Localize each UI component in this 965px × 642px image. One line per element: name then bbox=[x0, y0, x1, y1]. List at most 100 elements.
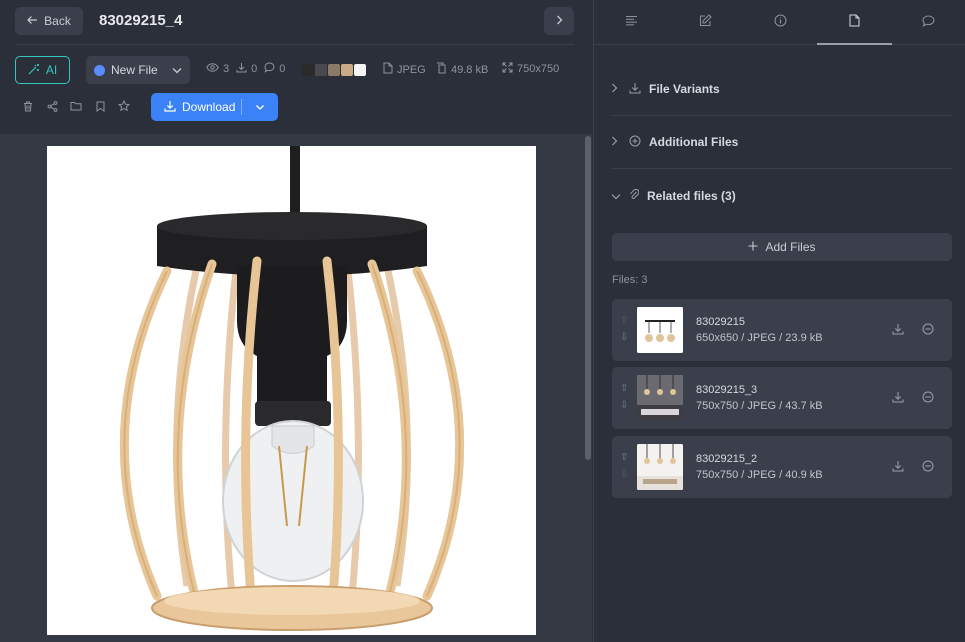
chevron-right-icon bbox=[611, 135, 621, 149]
arrow-up-icon[interactable]: ⇧ bbox=[620, 452, 628, 463]
tab-edit[interactable] bbox=[668, 0, 742, 44]
download-button[interactable]: Download bbox=[151, 93, 278, 121]
plus-icon bbox=[748, 240, 758, 254]
status-select[interactable]: New File bbox=[86, 56, 190, 84]
file-icon bbox=[383, 62, 393, 77]
section-label: Additional Files bbox=[649, 135, 739, 149]
ai-label: AI bbox=[45, 63, 58, 77]
tab-info[interactable] bbox=[743, 0, 817, 44]
file-icon bbox=[849, 14, 860, 30]
action-icons bbox=[22, 100, 130, 112]
reorder-arrows: ⇧ ⇩ bbox=[620, 452, 628, 480]
file-name: 83029215 bbox=[696, 316, 745, 328]
related-file-card[interactable]: ⇧ ⇩ 83029215_2 750x750 / JPEG / 40.9 kB bbox=[612, 436, 952, 498]
expand-icon bbox=[502, 62, 513, 76]
arrow-left-icon bbox=[27, 14, 38, 28]
page-title: 83029215_4 bbox=[99, 12, 183, 29]
section-file-variants[interactable]: File Variants bbox=[611, 63, 952, 116]
star-icon[interactable] bbox=[118, 100, 130, 112]
magic-wand-icon bbox=[28, 63, 40, 78]
details-panel: File Variants Additional Files Related f… bbox=[593, 0, 965, 642]
tab-comments[interactable] bbox=[892, 0, 965, 44]
chevron-right-icon bbox=[556, 14, 563, 28]
download-icon bbox=[164, 100, 176, 115]
file-thumbnail[interactable] bbox=[637, 375, 683, 421]
arrow-down-icon[interactable]: ⇩ bbox=[620, 332, 628, 343]
download-icon[interactable] bbox=[892, 391, 904, 406]
file-info: 650x650 / JPEG / 23.9 kB bbox=[696, 332, 823, 344]
related-file-card[interactable]: ⇧ ⇩ 83029215 650x650 / JPEG / 23.9 kB bbox=[612, 299, 952, 361]
file-size: 49.8 kB bbox=[436, 62, 488, 77]
add-files-label: Add Files bbox=[765, 240, 816, 254]
views-count: 3 bbox=[223, 63, 230, 75]
tab-description[interactable] bbox=[594, 0, 668, 44]
preview-pane: Back 83029215_4 AI New File 3 0 0 JPEG 4… bbox=[0, 0, 592, 642]
section-label: File Variants bbox=[649, 82, 720, 96]
panel-tabs bbox=[594, 0, 965, 45]
ai-button[interactable]: AI bbox=[15, 56, 70, 84]
remove-icon[interactable] bbox=[922, 323, 934, 338]
color-swatch[interactable] bbox=[302, 64, 314, 76]
image-canvas bbox=[0, 134, 592, 642]
download-icon[interactable] bbox=[892, 323, 904, 338]
arrow-up-icon[interactable]: ⇧ bbox=[620, 383, 628, 394]
divider bbox=[15, 44, 574, 45]
color-palette bbox=[302, 64, 366, 76]
reorder-arrows: ⇧ ⇩ bbox=[620, 315, 628, 343]
downloads-count: 0 bbox=[251, 63, 258, 75]
scrollbar[interactable] bbox=[585, 136, 591, 460]
reorder-arrows: ⇧ ⇩ bbox=[620, 383, 628, 411]
file-thumbnail[interactable] bbox=[637, 307, 683, 353]
color-swatch[interactable] bbox=[328, 64, 340, 76]
add-files-button[interactable]: Add Files bbox=[612, 233, 952, 261]
download-icon[interactable] bbox=[892, 460, 904, 475]
section-label: Related files (3) bbox=[647, 188, 736, 203]
download-small-icon bbox=[236, 62, 247, 76]
trash-icon[interactable] bbox=[22, 100, 34, 112]
preview-image[interactable] bbox=[47, 146, 536, 635]
arrow-down-icon[interactable]: ⇩ bbox=[620, 469, 628, 480]
share-icon[interactable] bbox=[46, 100, 58, 112]
size-label: 49.8 kB bbox=[451, 63, 489, 76]
chevron-down-icon bbox=[255, 100, 265, 114]
bookmark-icon[interactable] bbox=[94, 100, 106, 112]
comment-small-icon bbox=[264, 62, 275, 76]
copy-icon bbox=[436, 62, 447, 77]
file-name: 83029215_2 bbox=[696, 453, 758, 465]
file-info: 750x750 / JPEG / 40.9 kB bbox=[696, 469, 823, 481]
download-main[interactable]: Download bbox=[151, 100, 241, 115]
file-stats: 3 0 0 bbox=[206, 62, 285, 76]
edit-icon bbox=[699, 14, 712, 30]
color-swatch[interactable] bbox=[341, 64, 353, 76]
file-thumbnail[interactable] bbox=[637, 444, 683, 490]
remove-icon[interactable] bbox=[922, 391, 934, 406]
next-button[interactable] bbox=[544, 7, 574, 35]
download-options-button[interactable] bbox=[242, 100, 278, 114]
arrow-up-icon[interactable]: ⇧ bbox=[620, 315, 628, 326]
dimensions-label: 750x750 bbox=[517, 63, 560, 75]
color-swatch[interactable] bbox=[315, 64, 327, 76]
color-swatch[interactable] bbox=[354, 64, 366, 76]
download-icon bbox=[629, 82, 641, 97]
section-additional-files[interactable]: Additional Files bbox=[611, 116, 952, 169]
folder-icon[interactable] bbox=[70, 100, 82, 112]
remove-icon[interactable] bbox=[922, 460, 934, 475]
files-count: Files: 3 bbox=[612, 274, 648, 286]
format-label: JPEG bbox=[397, 63, 426, 76]
file-format: JPEG bbox=[383, 62, 426, 77]
comment-icon bbox=[922, 14, 935, 30]
file-dimensions: 750x750 bbox=[502, 62, 559, 76]
eye-icon bbox=[206, 63, 219, 75]
back-button[interactable]: Back bbox=[15, 7, 83, 35]
paperclip-icon bbox=[629, 188, 640, 203]
arrow-down-icon[interactable]: ⇩ bbox=[620, 400, 628, 411]
description-icon bbox=[625, 15, 638, 29]
related-file-card[interactable]: ⇧ ⇩ 83029215_3 750x750 / JPEG / 43.7 kB bbox=[612, 367, 952, 429]
status-dot bbox=[94, 64, 105, 76]
section-related-files[interactable]: Related files (3) bbox=[611, 169, 952, 222]
pendant-lamp-image bbox=[119, 146, 465, 631]
comments-count: 0 bbox=[279, 63, 286, 75]
tab-files[interactable] bbox=[817, 0, 893, 45]
info-icon bbox=[774, 14, 787, 30]
plus-circle-icon bbox=[629, 135, 641, 150]
